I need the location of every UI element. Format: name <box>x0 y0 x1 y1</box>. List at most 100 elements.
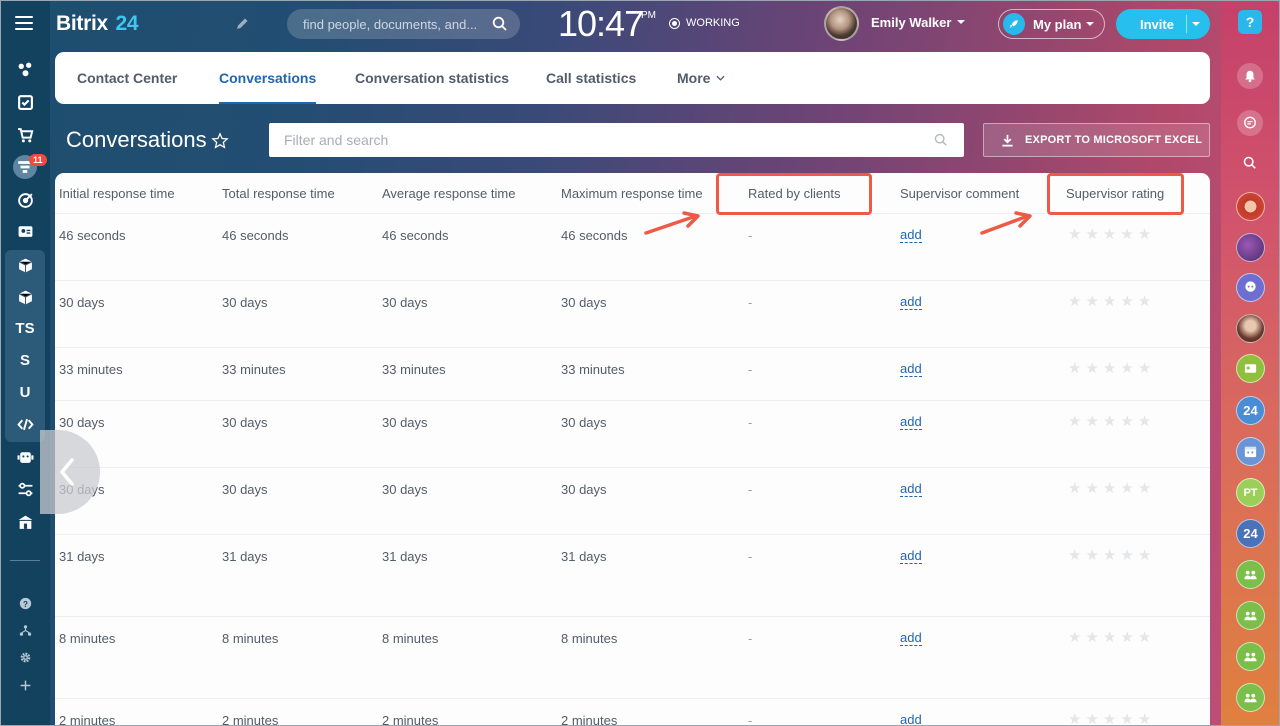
cart-icon[interactable] <box>0 120 50 150</box>
add-comment-link[interactable]: add <box>900 549 922 564</box>
tab-call-statistics[interactable]: Call statistics <box>546 52 636 104</box>
add-comment-link[interactable]: add <box>900 415 922 430</box>
group-avatar[interactable] <box>1236 683 1265 712</box>
star-icon[interactable]: ★ <box>1068 630 1081 645</box>
column-header[interactable]: Average response time <box>382 173 515 213</box>
search-icon[interactable] <box>1237 150 1263 176</box>
menu-icon[interactable] <box>15 16 33 30</box>
box-icon[interactable] <box>0 250 50 280</box>
contact-initials-avatar[interactable]: PT <box>1236 478 1265 507</box>
star-icon[interactable]: ★ <box>1120 414 1133 429</box>
favorite-star-icon[interactable] <box>211 132 229 150</box>
star-icon[interactable]: ★ <box>1138 227 1151 242</box>
bitrix-chat-avatar[interactable]: 24 <box>1236 519 1265 548</box>
group-avatar[interactable] <box>1236 642 1265 671</box>
bell-icon[interactable] <box>1237 63 1263 89</box>
bitrix-chat-avatar[interactable]: 24 <box>1236 396 1265 425</box>
tab-conversation-statistics[interactable]: Conversation statistics <box>355 52 509 104</box>
star-icon[interactable]: ★ <box>1068 548 1081 563</box>
search-icon[interactable] <box>934 133 948 147</box>
work-status[interactable]: WORKING <box>669 17 740 29</box>
star-icon[interactable]: ★ <box>1138 630 1151 645</box>
star-icon[interactable]: ★ <box>1085 414 1098 429</box>
global-search-input[interactable] <box>303 16 483 32</box>
add-comment-link[interactable]: add <box>900 228 922 243</box>
filter-search-input[interactable] <box>284 132 904 148</box>
contact-card-icon[interactable] <box>0 216 50 246</box>
star-icon[interactable]: ★ <box>1085 712 1098 726</box>
star-icon[interactable]: ★ <box>1138 361 1151 376</box>
sitemap-icon[interactable] <box>0 620 50 640</box>
star-icon[interactable]: ★ <box>1120 712 1133 726</box>
star-icon[interactable]: ★ <box>1103 227 1116 242</box>
star-icon[interactable]: ★ <box>1120 481 1133 496</box>
star-icon[interactable]: ★ <box>1120 548 1133 563</box>
star-icon[interactable]: ★ <box>1068 227 1081 242</box>
chat-icon[interactable] <box>1237 110 1263 136</box>
star-icon[interactable]: ★ <box>1103 414 1116 429</box>
contact-avatar[interactable] <box>1236 233 1265 262</box>
star-icon[interactable]: ★ <box>1068 481 1081 496</box>
add-comment-link[interactable]: add <box>900 295 922 310</box>
add-comment-link[interactable]: add <box>900 631 922 646</box>
plus-icon[interactable] <box>0 675 50 695</box>
gear-icon[interactable] <box>0 647 50 667</box>
sidebar-item-ts[interactable]: TS <box>0 313 50 343</box>
contact-avatar[interactable] <box>1236 192 1265 221</box>
add-comment-link[interactable]: add <box>900 482 922 497</box>
chevron-down-icon[interactable] <box>957 20 965 24</box>
box-icon[interactable] <box>0 282 50 312</box>
star-icon[interactable]: ★ <box>1120 361 1133 376</box>
feed-icon[interactable] <box>0 54 50 84</box>
help-icon[interactable]: ? <box>0 593 50 613</box>
export-excel-button[interactable]: EXPORT TO MICROSOFT EXCEL <box>983 123 1210 157</box>
user-name[interactable]: Emily Walker <box>871 15 951 30</box>
tasks-icon[interactable] <box>0 87 50 117</box>
star-icon[interactable]: ★ <box>1120 294 1133 309</box>
target-icon[interactable] <box>0 185 50 215</box>
star-icon[interactable]: ★ <box>1068 712 1081 726</box>
star-icon[interactable]: ★ <box>1103 548 1116 563</box>
add-comment-link[interactable]: add <box>900 713 922 726</box>
star-icon[interactable]: ★ <box>1068 361 1081 376</box>
edit-pencil-icon[interactable] <box>234 16 250 32</box>
invite-button[interactable]: Invite <box>1116 9 1210 39</box>
my-plan-button[interactable]: My plan <box>998 9 1105 39</box>
star-icon[interactable]: ★ <box>1068 294 1081 309</box>
bitrix-logo[interactable]: Bitrix 24 <box>56 12 139 36</box>
sidebar-item-u[interactable]: U <box>0 377 50 407</box>
star-icon[interactable]: ★ <box>1085 361 1098 376</box>
star-icon[interactable]: ★ <box>1103 294 1116 309</box>
star-icon[interactable]: ★ <box>1120 227 1133 242</box>
tab-contact-center[interactable]: Contact Center <box>77 52 177 104</box>
star-icon[interactable]: ★ <box>1138 414 1151 429</box>
star-icon[interactable]: ★ <box>1103 481 1116 496</box>
column-header[interactable]: Supervisor comment <box>900 173 1019 213</box>
column-header[interactable]: Initial response time <box>59 173 175 213</box>
star-icon[interactable]: ★ <box>1085 227 1098 242</box>
star-icon[interactable]: ★ <box>1103 630 1116 645</box>
chat-avatar[interactable] <box>1236 354 1265 383</box>
star-icon[interactable]: ★ <box>1085 481 1098 496</box>
chevron-down-icon[interactable] <box>1192 22 1200 26</box>
clock-time[interactable]: 10:47 <box>558 3 644 45</box>
star-icon[interactable]: ★ <box>1138 712 1151 726</box>
contact-avatar[interactable] <box>1236 314 1265 343</box>
star-icon[interactable]: ★ <box>1085 630 1098 645</box>
search-icon[interactable] <box>492 16 508 32</box>
group-chat-avatar[interactable] <box>1236 273 1265 302</box>
star-icon[interactable]: ★ <box>1138 481 1151 496</box>
user-avatar[interactable] <box>824 6 859 41</box>
star-icon[interactable]: ★ <box>1120 630 1133 645</box>
star-icon[interactable]: ★ <box>1085 548 1098 563</box>
tab-conversations[interactable]: Conversations <box>219 52 317 104</box>
sidebar-item-s[interactable]: S <box>0 345 50 375</box>
star-icon[interactable]: ★ <box>1138 548 1151 563</box>
star-icon[interactable]: ★ <box>1103 712 1116 726</box>
column-header[interactable]: Total response time <box>222 173 335 213</box>
star-icon[interactable]: ★ <box>1068 414 1081 429</box>
group-avatar[interactable] <box>1236 560 1265 589</box>
group-avatar[interactable] <box>1236 601 1265 630</box>
star-icon[interactable]: ★ <box>1103 361 1116 376</box>
calendar-avatar[interactable] <box>1236 437 1265 466</box>
